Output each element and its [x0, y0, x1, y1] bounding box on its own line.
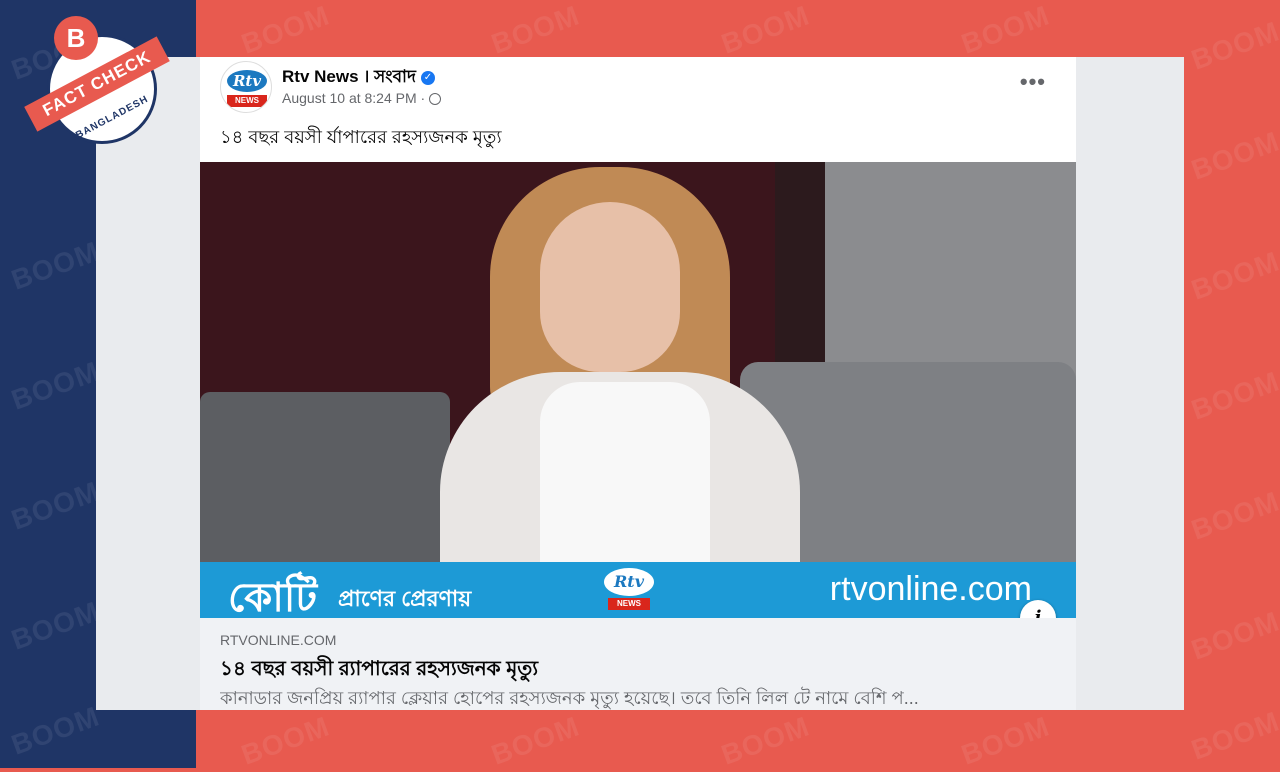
image-banner: কোটি প্রাণের প্রেরণায় Rtv NEWS rtvonlin…: [200, 562, 1076, 618]
image-sofa-left: [200, 392, 450, 562]
image-face: [540, 202, 680, 372]
banner-main-text: কোটি: [228, 576, 318, 618]
post-text: ১৪ বছর বয়সী র্যাপারের রহস্যজনক মৃত্যু: [220, 127, 502, 147]
page-name[interactable]: Rtv News । সংবাদ: [282, 67, 416, 86]
link-title[interactable]: ১৪ বছর বয়সী র‍্যাপারের রহস্যজনক মৃত্যু: [220, 654, 538, 687]
post-image[interactable]: কোটি প্রাণের প্রেরণায় Rtv NEWS rtvonlin…: [200, 162, 1076, 618]
badge-letter: B: [54, 16, 98, 60]
verified-icon: ✓: [420, 70, 435, 85]
facebook-post: Rtv NEWS Rtv News । সংবাদ ✓ August 10 at …: [200, 57, 1076, 710]
page-name-row: Rtv News । সংবাদ ✓: [282, 64, 435, 92]
banner-logo-top: Rtv: [604, 568, 654, 596]
page-avatar[interactable]: Rtv NEWS: [220, 61, 272, 113]
more-options-button[interactable]: •••: [1020, 69, 1046, 95]
banner-logo-bottom: NEWS: [608, 598, 650, 610]
screenshot-panel: Rtv NEWS Rtv News । সংবাদ ✓ August 10 at …: [96, 57, 1184, 710]
image-tshirt: [540, 382, 710, 582]
link-domain: RTVONLINE.COM: [220, 632, 337, 648]
banner-logo: Rtv NEWS: [604, 568, 654, 612]
globe-icon: [429, 93, 442, 106]
avatar-logo-top: Rtv: [227, 70, 267, 92]
fact-check-badge: B FACT CHECK BANGLADESH: [22, 16, 172, 156]
post-meta: August 10 at 8:24 PM ·: [282, 90, 442, 106]
link-preview[interactable]: RTVONLINE.COM ১৪ বছর বয়সী র‍্যাপারের রহ…: [200, 618, 1076, 710]
post-date[interactable]: August 10 at 8:24 PM ·: [282, 90, 425, 106]
banner-url: rtvonline.com: [829, 570, 1032, 608]
avatar-logo-bottom: NEWS: [227, 95, 267, 107]
link-description: কানাডার জনপ্রিয় র‍্যাপার ক্লেয়ার হোপের…: [220, 688, 919, 708]
banner-sub-text: প্রাণের প্রেরণায়: [338, 586, 472, 611]
